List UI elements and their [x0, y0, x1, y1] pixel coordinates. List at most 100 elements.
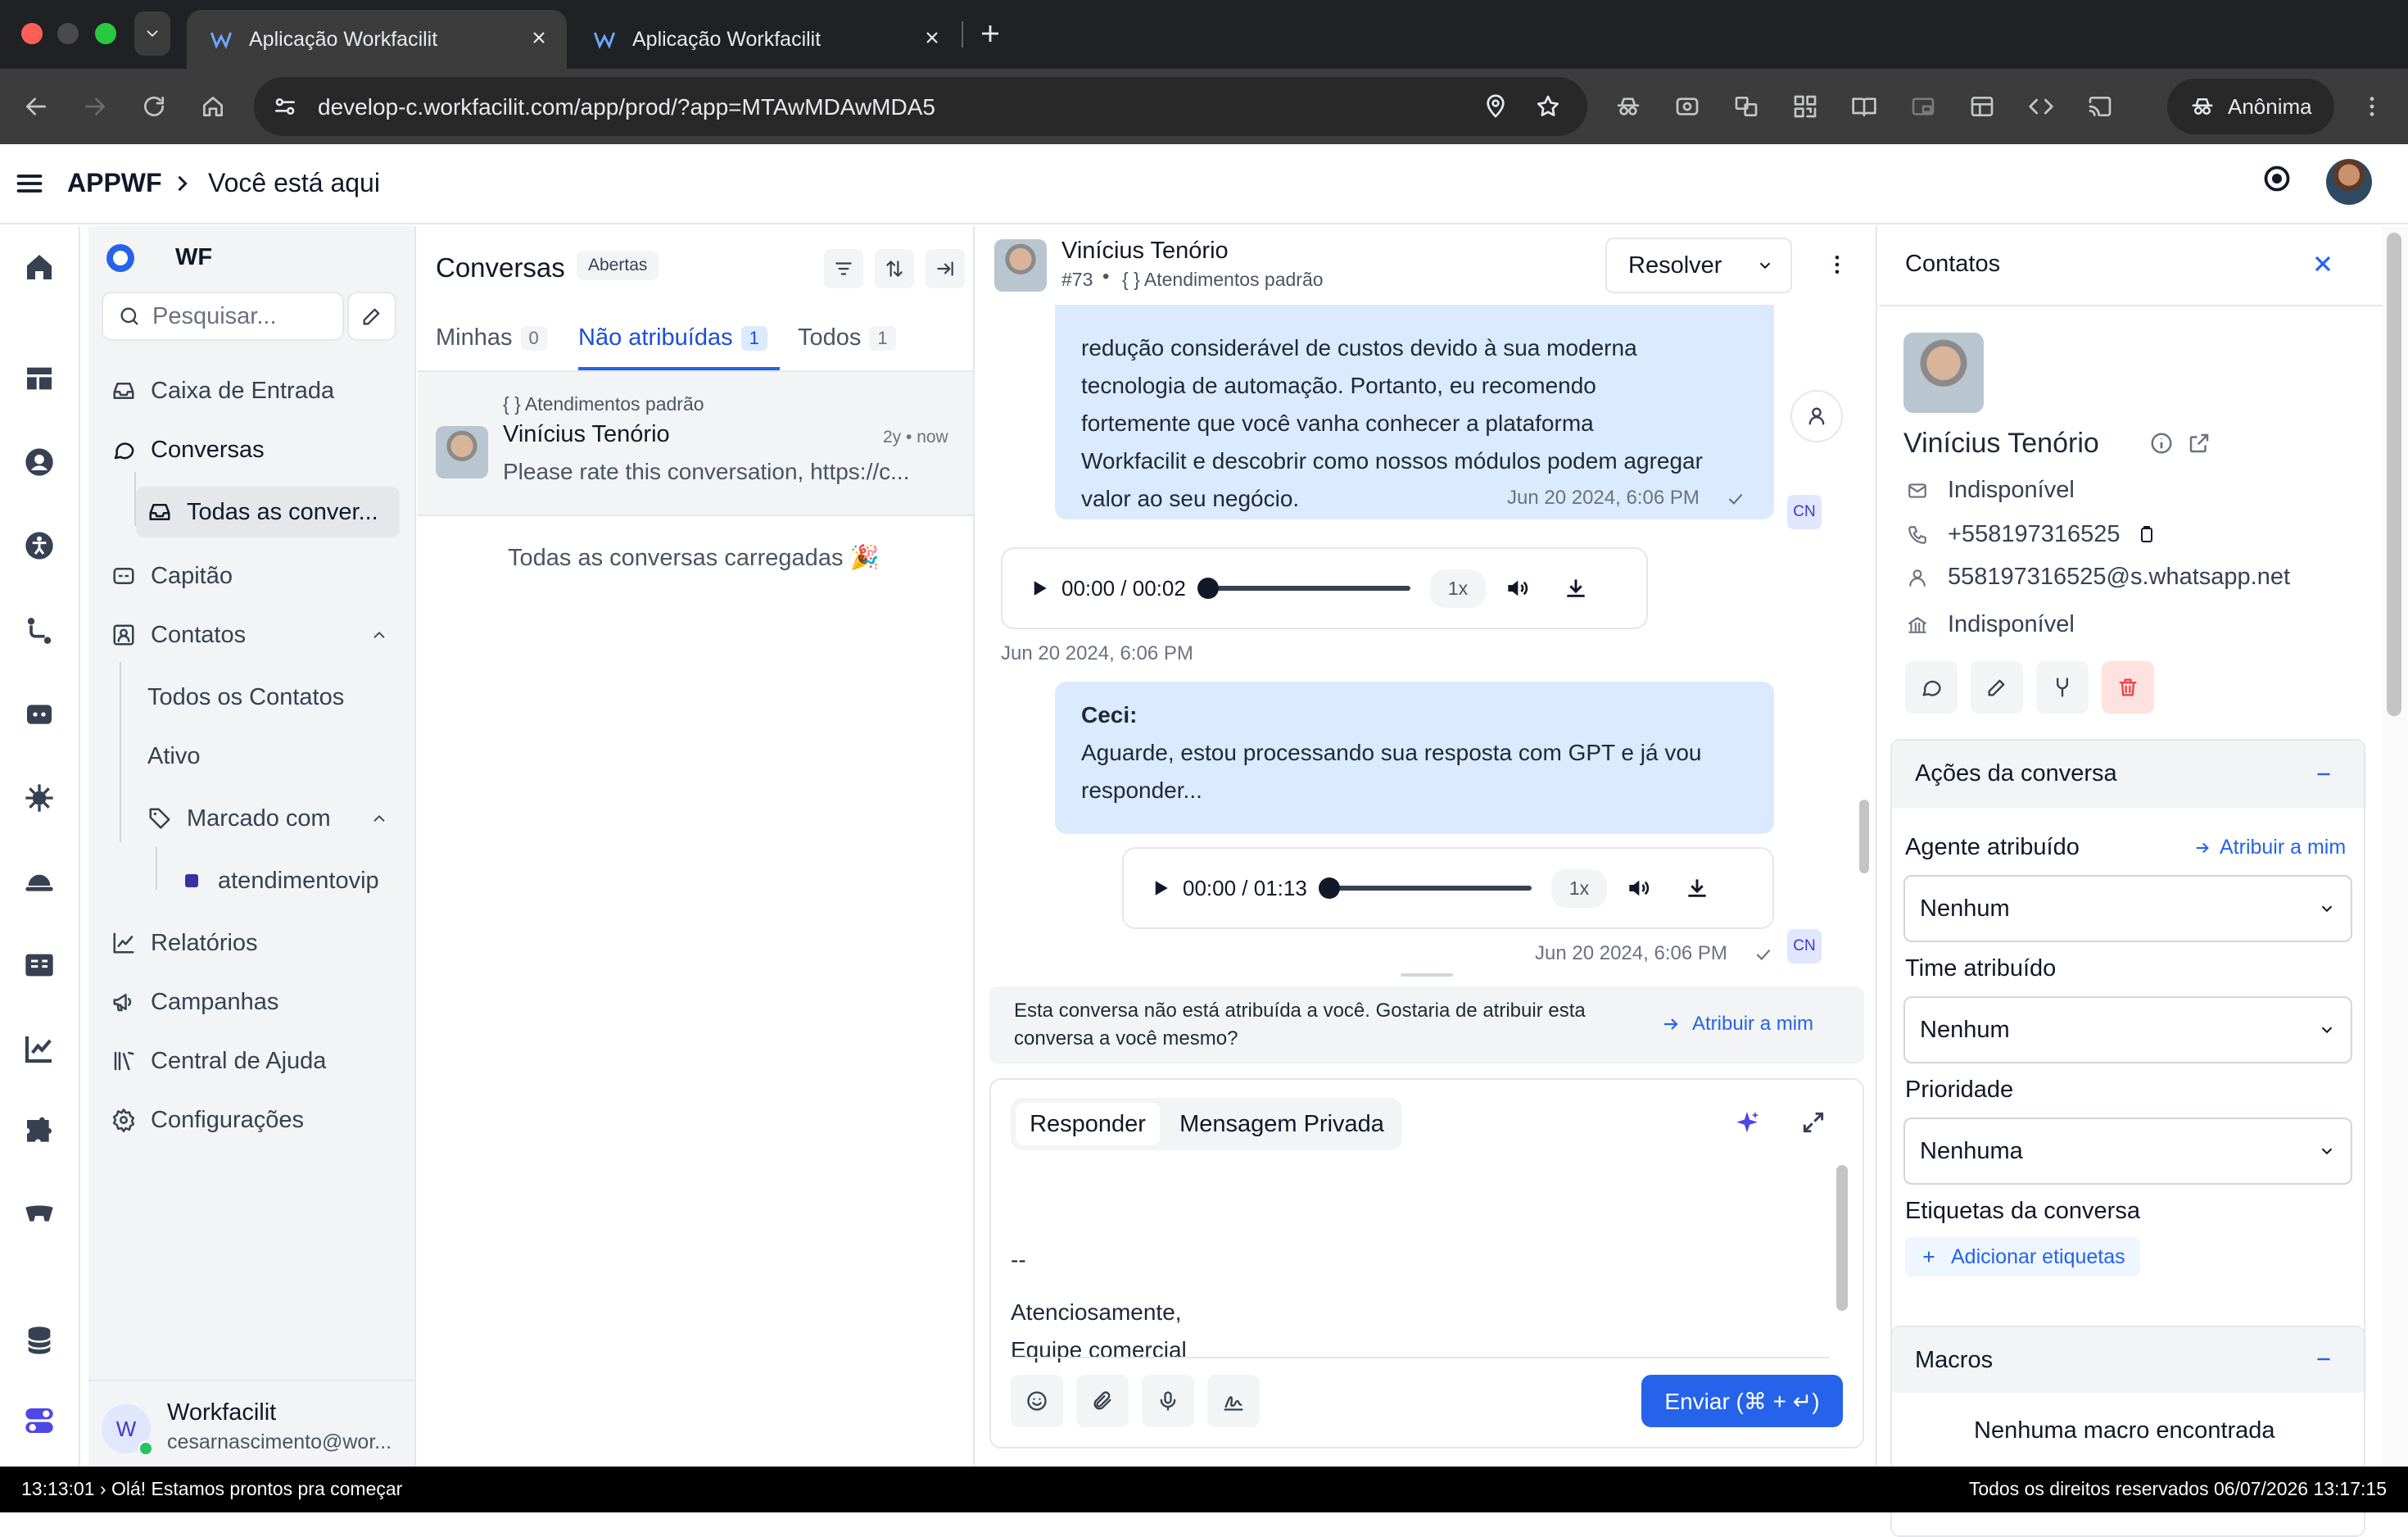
chart-line-icon[interactable] [23, 1032, 56, 1065]
database-icon[interactable] [23, 1324, 56, 1357]
sidebar-item-inbox[interactable]: Caixa de Entrada [111, 368, 334, 414]
sidebar-item-conversations[interactable]: Conversas [111, 427, 265, 473]
resolve-button[interactable]: Resolver [1605, 238, 1792, 293]
search-box[interactable]: Pesquisar... [102, 292, 344, 341]
volume-icon[interactable] [1625, 875, 1651, 901]
info-icon[interactable] [2149, 431, 2174, 456]
minus-icon[interactable] [2313, 1349, 2334, 1370]
contact-card-icon[interactable] [23, 949, 56, 982]
tab-mine[interactable]: Minhas 0 [436, 324, 547, 351]
team-select[interactable]: Nenhum [1903, 996, 2352, 1063]
resize-handle[interactable] [1401, 973, 1453, 977]
priority-select[interactable]: Nenhuma [1903, 1118, 2352, 1185]
audio-progress-thumb[interactable] [1318, 877, 1340, 899]
conversation-item[interactable]: { } Atendimentos padrão Vinícius Tenório… [418, 372, 973, 515]
audio-player[interactable]: 00:00 / 00:02 1x [1001, 547, 1648, 629]
more-options-icon[interactable] [1825, 252, 1849, 277]
ai-sparkle-icon[interactable] [1733, 1109, 1761, 1137]
download-icon[interactable] [1684, 875, 1710, 901]
bot-icon[interactable] [23, 698, 56, 731]
browser-menu-icon[interactable] [2359, 93, 2385, 120]
audio-progress-thumb[interactable] [1197, 578, 1219, 599]
audio-progress-track[interactable] [1197, 578, 1410, 599]
sidebar-item-tagged-with[interactable]: Marcado com [147, 796, 403, 841]
stadium-icon[interactable] [23, 1199, 56, 1232]
profile-button[interactable]: Anônima [2167, 79, 2334, 134]
browser-tab-active[interactable]: Aplicação Workfacilit [187, 10, 567, 69]
accessibility-icon[interactable] [23, 529, 56, 562]
tab-unassigned[interactable]: Não atribuídas 1 [578, 324, 767, 351]
sidebar-item-contacts[interactable]: Contatos [111, 612, 403, 658]
bookmark-star-icon[interactable] [1535, 93, 1561, 120]
reply-mode-button[interactable]: Responder [1016, 1103, 1160, 1145]
merge-contact-button[interactable] [2036, 661, 2089, 714]
reading-mode-icon[interactable] [1851, 93, 1877, 120]
table-layout-icon[interactable] [1969, 93, 1995, 120]
play-icon[interactable] [1027, 576, 1052, 601]
home-icon[interactable] [200, 93, 226, 120]
new-message-button[interactable] [1905, 661, 1958, 714]
playback-speed-button[interactable]: 1x [1429, 569, 1487, 608]
dashboard-icon[interactable] [23, 362, 56, 395]
sidebar-item-campaigns[interactable]: Campanhas [111, 979, 278, 1025]
puzzle-icon[interactable] [23, 1116, 56, 1149]
collapse-panel-button[interactable] [926, 249, 965, 288]
picture-in-picture-icon[interactable] [1910, 93, 1936, 120]
user-circle-icon[interactable] [23, 446, 56, 478]
sidebar-item-all-conversations[interactable]: Todas as conver... [136, 487, 400, 537]
contact-photo[interactable] [1903, 333, 1984, 413]
translate-icon[interactable] [1733, 93, 1759, 120]
delete-contact-button[interactable] [2102, 661, 2154, 714]
user-avatar[interactable] [2326, 159, 2372, 205]
macros-header[interactable]: Macros [1892, 1327, 2364, 1393]
sidebar-item-active[interactable]: Ativo [147, 733, 200, 779]
home-icon[interactable] [23, 251, 56, 283]
chat-contact-name[interactable]: Vinícius Tenório [1061, 238, 1229, 265]
messages-scrollbar[interactable] [1859, 800, 1869, 873]
sidebar-item-captain[interactable]: Capitão [111, 553, 233, 599]
send-button[interactable]: Enviar (⌘ + ↵) [1641, 1375, 1843, 1427]
conversation-actions-header[interactable]: Ações da conversa [1892, 741, 2364, 808]
status-badge[interactable]: Abertas [577, 251, 659, 280]
sidebar-item-reports[interactable]: Relatórios [111, 920, 258, 966]
panel-scrollbar[interactable] [2387, 233, 2401, 716]
toggles-icon[interactable] [23, 1404, 56, 1437]
window-maximize-button[interactable] [95, 23, 116, 44]
screenshot-icon[interactable] [1674, 93, 1700, 120]
reload-icon[interactable] [141, 93, 167, 120]
incognito-icon[interactable] [1615, 93, 1641, 120]
copy-icon[interactable] [2136, 525, 2156, 545]
volume-icon[interactable] [1504, 575, 1530, 601]
browser-tab[interactable]: Aplicação Workfacilit [570, 10, 960, 69]
external-link-icon[interactable] [2187, 431, 2211, 456]
private-note-button[interactable]: Mensagem Privada [1171, 1103, 1392, 1145]
emoji-button[interactable] [1011, 1375, 1063, 1427]
tab-close-icon[interactable] [922, 28, 942, 48]
site-settings-icon[interactable] [272, 93, 298, 120]
expand-icon[interactable] [1800, 1109, 1826, 1136]
playback-speed-button[interactable]: 1x [1550, 868, 1608, 908]
address-bar[interactable]: develop-c.workfacilit.com/app/prod/?app=… [254, 77, 1587, 136]
user-profile[interactable]: W Workfacilit cesarnascimento@wor... [102, 1398, 405, 1463]
assign-to-me-link[interactable]: Atribuir a mim [1661, 1013, 1813, 1036]
workflow-icon[interactable] [23, 614, 56, 647]
assigned-agent-select[interactable]: Nenhum [1903, 875, 2352, 942]
attach-button[interactable] [1076, 1375, 1129, 1427]
captain-hat-icon[interactable] [23, 865, 56, 898]
sidebar-item-tag-vip[interactable]: atendimentovip [185, 858, 379, 904]
filter-button[interactable] [824, 249, 863, 288]
tab-search-button[interactable] [134, 11, 170, 56]
location-pin-icon[interactable] [1482, 93, 1509, 120]
back-arrow-icon[interactable] [23, 93, 49, 120]
qr-code-icon[interactable] [1792, 93, 1818, 120]
sort-button[interactable] [875, 249, 914, 288]
account-name[interactable]: WF [175, 244, 212, 271]
sidebar-item-settings[interactable]: Configurações [111, 1097, 304, 1143]
forward-arrow-icon[interactable] [82, 93, 108, 120]
contact-avatar[interactable] [994, 239, 1047, 292]
cast-icon[interactable] [2087, 93, 2113, 120]
record-audio-button[interactable] [1142, 1375, 1194, 1427]
assign-to-me-link[interactable]: Atribuir a mim [2193, 836, 2346, 859]
code-icon[interactable] [2028, 93, 2054, 120]
virus-icon[interactable] [23, 782, 56, 814]
